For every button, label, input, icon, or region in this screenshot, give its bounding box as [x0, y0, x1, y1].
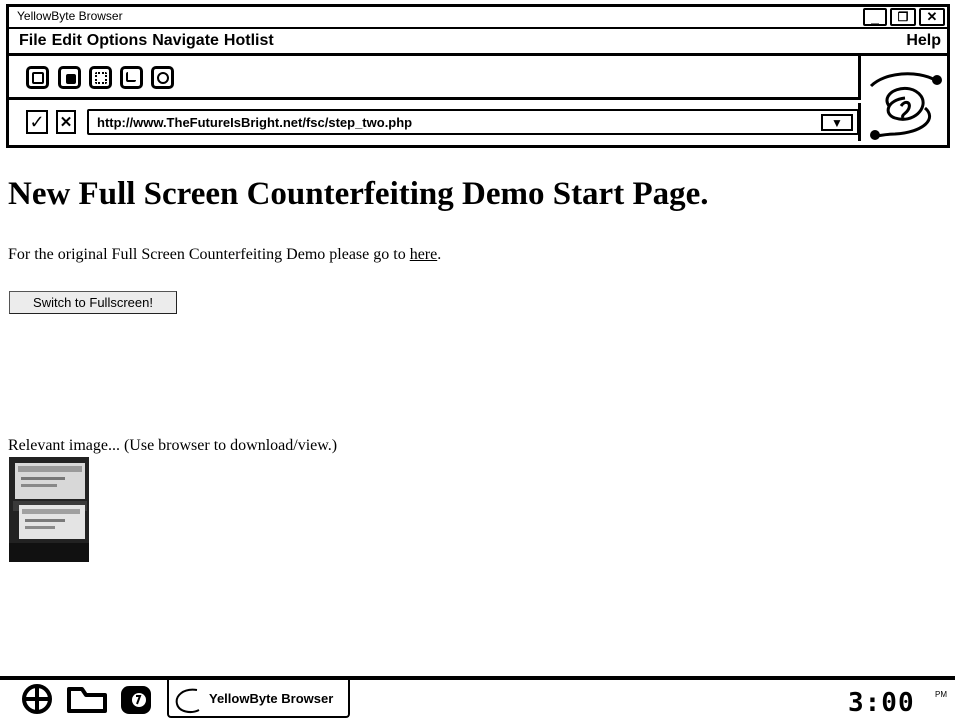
swirl-logo-icon: [869, 72, 942, 140]
address-row: ✓ ✕ http://www.TheFutureIsBright.net/fsc…: [9, 103, 861, 141]
reload-button[interactable]: [89, 66, 112, 89]
chevron-down-icon: ▼: [831, 115, 843, 130]
relevant-image[interactable]: [9, 457, 89, 562]
menu-help[interactable]: Help: [906, 32, 941, 50]
intro-text: For the original Full Screen Counterfeit…: [8, 246, 410, 263]
stop-button[interactable]: [58, 66, 81, 89]
back-button[interactable]: [26, 66, 49, 89]
title-bar[interactable]: YellowByte Browser _ ❐ ✕: [9, 7, 947, 29]
menu-hotlist[interactable]: Hotlist: [224, 32, 274, 50]
image-caption: Relevant image... (Use browser to downlo…: [8, 437, 338, 454]
url-input[interactable]: http://www.TheFutureIsBright.net/fsc/ste…: [87, 109, 859, 135]
intro-paragraph: For the original Full Screen Counterfeit…: [8, 246, 441, 264]
page-title: New Full Screen Counterfeiting Demo Star…: [8, 176, 709, 212]
switch-fullscreen-button[interactable]: Switch to Fullscreen!: [9, 291, 177, 314]
home-button[interactable]: [120, 66, 143, 89]
reload-icon: [95, 72, 107, 84]
menu-options[interactable]: Options: [87, 32, 147, 50]
menu-file[interactable]: File: [19, 32, 47, 50]
cancel-url-button[interactable]: ✕: [56, 110, 76, 134]
restore-icon: ❐: [897, 10, 909, 24]
go-button[interactable]: ✓: [26, 110, 48, 134]
app-button[interactable]: [119, 683, 155, 722]
stop-icon: [66, 74, 76, 84]
toolbar: [9, 56, 861, 100]
app-icon: [121, 686, 151, 714]
clock-ampm: PM: [935, 690, 947, 699]
minimize-icon: _: [871, 9, 879, 25]
url-text: http://www.TheFutureIsBright.net/fsc/ste…: [97, 115, 413, 130]
window-title: YellowByte Browser: [17, 9, 123, 23]
task-label: YellowByte Browser: [209, 691, 334, 706]
menu-bar: File Edit Options Navigate Hotlist Help: [9, 29, 947, 56]
folder-icon: [67, 687, 107, 713]
close-icon: ✕: [926, 9, 938, 24]
bookmark-button[interactable]: [151, 66, 174, 89]
taskbar-item-browser[interactable]: YellowByte Browser: [167, 680, 350, 718]
restore-button[interactable]: ❐: [890, 8, 916, 26]
browser-task-icon: [175, 688, 200, 713]
laptop-photo-icon: [9, 457, 89, 562]
browser-logo: [865, 58, 947, 144]
menu-edit[interactable]: Edit: [52, 32, 82, 50]
menu-navigate[interactable]: Navigate: [152, 32, 219, 50]
bookmark-icon: [157, 72, 169, 84]
close-button[interactable]: ✕: [919, 8, 945, 26]
start-icon: [22, 684, 52, 714]
cross-icon: ✕: [59, 114, 73, 131]
intro-end: .: [437, 246, 442, 263]
minimize-button[interactable]: _: [863, 8, 887, 26]
start-button[interactable]: [20, 683, 54, 720]
clock: 3:00: [848, 688, 915, 718]
home-icon: [126, 72, 136, 82]
taskbar-border: [0, 676, 955, 680]
check-icon: ✓: [29, 111, 45, 132]
back-icon: [32, 72, 44, 84]
here-link[interactable]: here: [410, 246, 438, 263]
url-dropdown-button[interactable]: ▼: [821, 114, 853, 131]
menu-items: File Edit Options Navigate Hotlist: [19, 32, 274, 50]
folder-button[interactable]: [66, 683, 108, 720]
browser-window: YellowByte Browser _ ❐ ✕ File Edit Optio…: [6, 4, 950, 148]
